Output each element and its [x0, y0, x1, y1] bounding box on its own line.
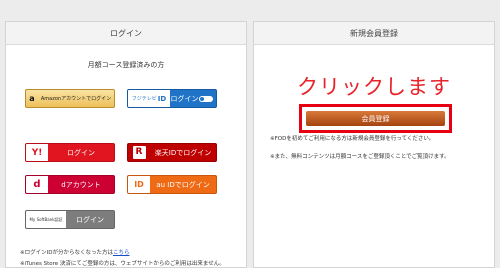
fujitv-id-mark: ID — [157, 94, 167, 103]
fod-first-time-note: ※FODを初めてご利用になる方は新規会員登録を行ってください。 — [270, 136, 435, 142]
au-login-button[interactable]: ID au IDでログイン — [127, 175, 217, 194]
softbank-login-label: ログイン — [76, 215, 104, 224]
key-icon — [199, 95, 213, 102]
signup-header: 新規会員登録 — [254, 22, 494, 45]
d-account-login-button[interactable]: d dアカウント — [25, 175, 115, 194]
yahoo-login-label: ログイン — [67, 148, 95, 157]
fujitv-brand: フジテレビ — [131, 96, 157, 102]
members-label: 月額コース登録済みの方 — [87, 61, 165, 69]
softbank-icon: My SoftBank認証 — [26, 211, 66, 228]
au-login-label: au IDでログイン — [156, 180, 210, 189]
amazon-login-button[interactable]: a Amazonアカウントでログイン — [25, 89, 115, 108]
signup-panel: 新規会員登録 クリックします 会員登録 ※FODを初めてご利用になる方は新規会員… — [253, 21, 495, 268]
forgot-id-text: ※ログインIDが分からなくなった方は — [20, 250, 113, 256]
yahoo-login-button[interactable]: Y! ログイン — [25, 143, 115, 162]
free-content-note: ※また、無料コンテンツは月額コースをご登録頂くことでご覧頂けます。 — [270, 154, 450, 160]
login-header: ログイン — [6, 22, 246, 45]
rakuten-login-label: 楽天IDでログイン — [154, 148, 212, 157]
signup-highlight-box: 会員登録 — [299, 104, 452, 133]
forgot-id-note: ※ログインIDが分からなくなった方はこちら — [20, 248, 129, 256]
amazon-login-label: Amazonアカウントでログイン — [40, 96, 112, 102]
docomo-d-icon: d — [26, 176, 48, 193]
amazon-icon: a — [29, 94, 35, 103]
rakuten-icon-letter: R — [132, 146, 146, 159]
rakuten-login-button[interactable]: R 楽天IDでログイン — [127, 143, 217, 162]
yahoo-icon: Y! — [26, 144, 48, 161]
click-annotation: クリックします — [297, 75, 451, 99]
fujitv-id-icon: フジテレビ ID — [128, 90, 170, 107]
au-id-icon: ID — [128, 176, 150, 193]
rakuten-icon: R — [128, 144, 150, 161]
fujitv-login-button[interactable]: フジテレビ ID ログイン — [127, 89, 217, 108]
login-panel: ログイン 月額コース登録済みの方 a Amazonアカウントでログイン フジテレ… — [5, 21, 247, 268]
member-register-button[interactable]: 会員登録 — [306, 111, 445, 126]
forgot-id-link[interactable]: こちら — [113, 250, 130, 256]
d-account-label: dアカウント — [61, 180, 101, 189]
fujitv-login-label: ログイン — [170, 94, 199, 103]
itunes-note: ※iTunes Store 決済にてご登録の方は、ウェブサイトからのご利用は出来… — [20, 261, 225, 267]
softbank-login-button[interactable]: My SoftBank認証 ログイン — [25, 210, 115, 229]
